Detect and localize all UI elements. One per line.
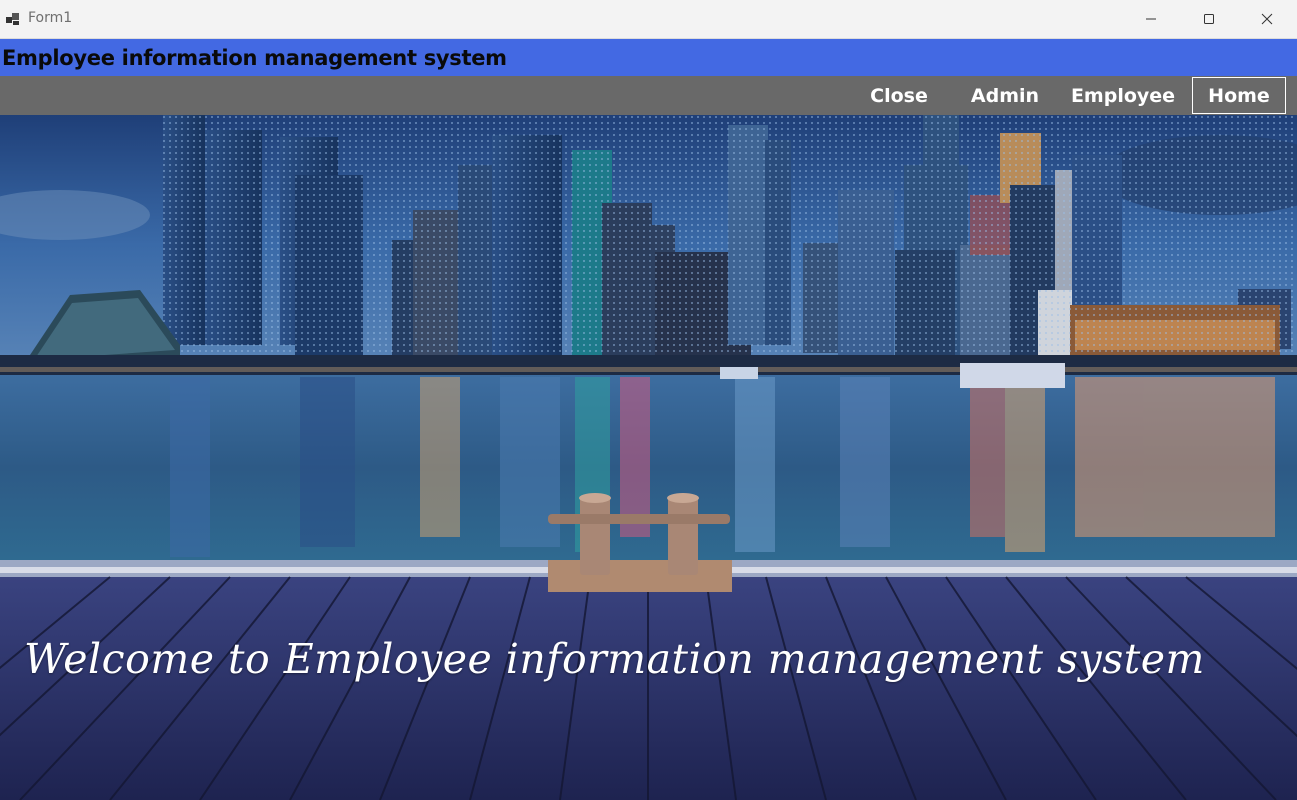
nav-close-button[interactable]: Close bbox=[855, 76, 943, 115]
app-window: Form1 Employee information management sy… bbox=[0, 0, 1297, 800]
page-title: Employee information management system bbox=[2, 46, 507, 70]
app-icon bbox=[6, 13, 19, 25]
city-skyline-image bbox=[0, 115, 1297, 800]
title-bar: Form1 bbox=[0, 0, 1297, 39]
nav-employee-button[interactable]: Employee bbox=[1063, 76, 1183, 115]
maximize-icon bbox=[1204, 14, 1214, 24]
nav-home-button[interactable]: Home bbox=[1192, 77, 1286, 114]
window-title: Form1 bbox=[28, 10, 73, 26]
welcome-message: Welcome to Employee information manageme… bbox=[24, 635, 1205, 683]
close-icon bbox=[1261, 13, 1273, 25]
hero-image: Welcome to Employee information manageme… bbox=[0, 115, 1297, 800]
minimize-icon bbox=[1146, 18, 1156, 20]
app-header: Employee information management system bbox=[0, 39, 1297, 76]
nav-bar: Close Admin Employee Home bbox=[0, 76, 1297, 115]
nav-admin-button[interactable]: Admin bbox=[955, 76, 1055, 115]
close-window-button[interactable] bbox=[1238, 0, 1296, 38]
maximize-button[interactable] bbox=[1180, 0, 1238, 38]
minimize-button[interactable] bbox=[1122, 0, 1180, 38]
